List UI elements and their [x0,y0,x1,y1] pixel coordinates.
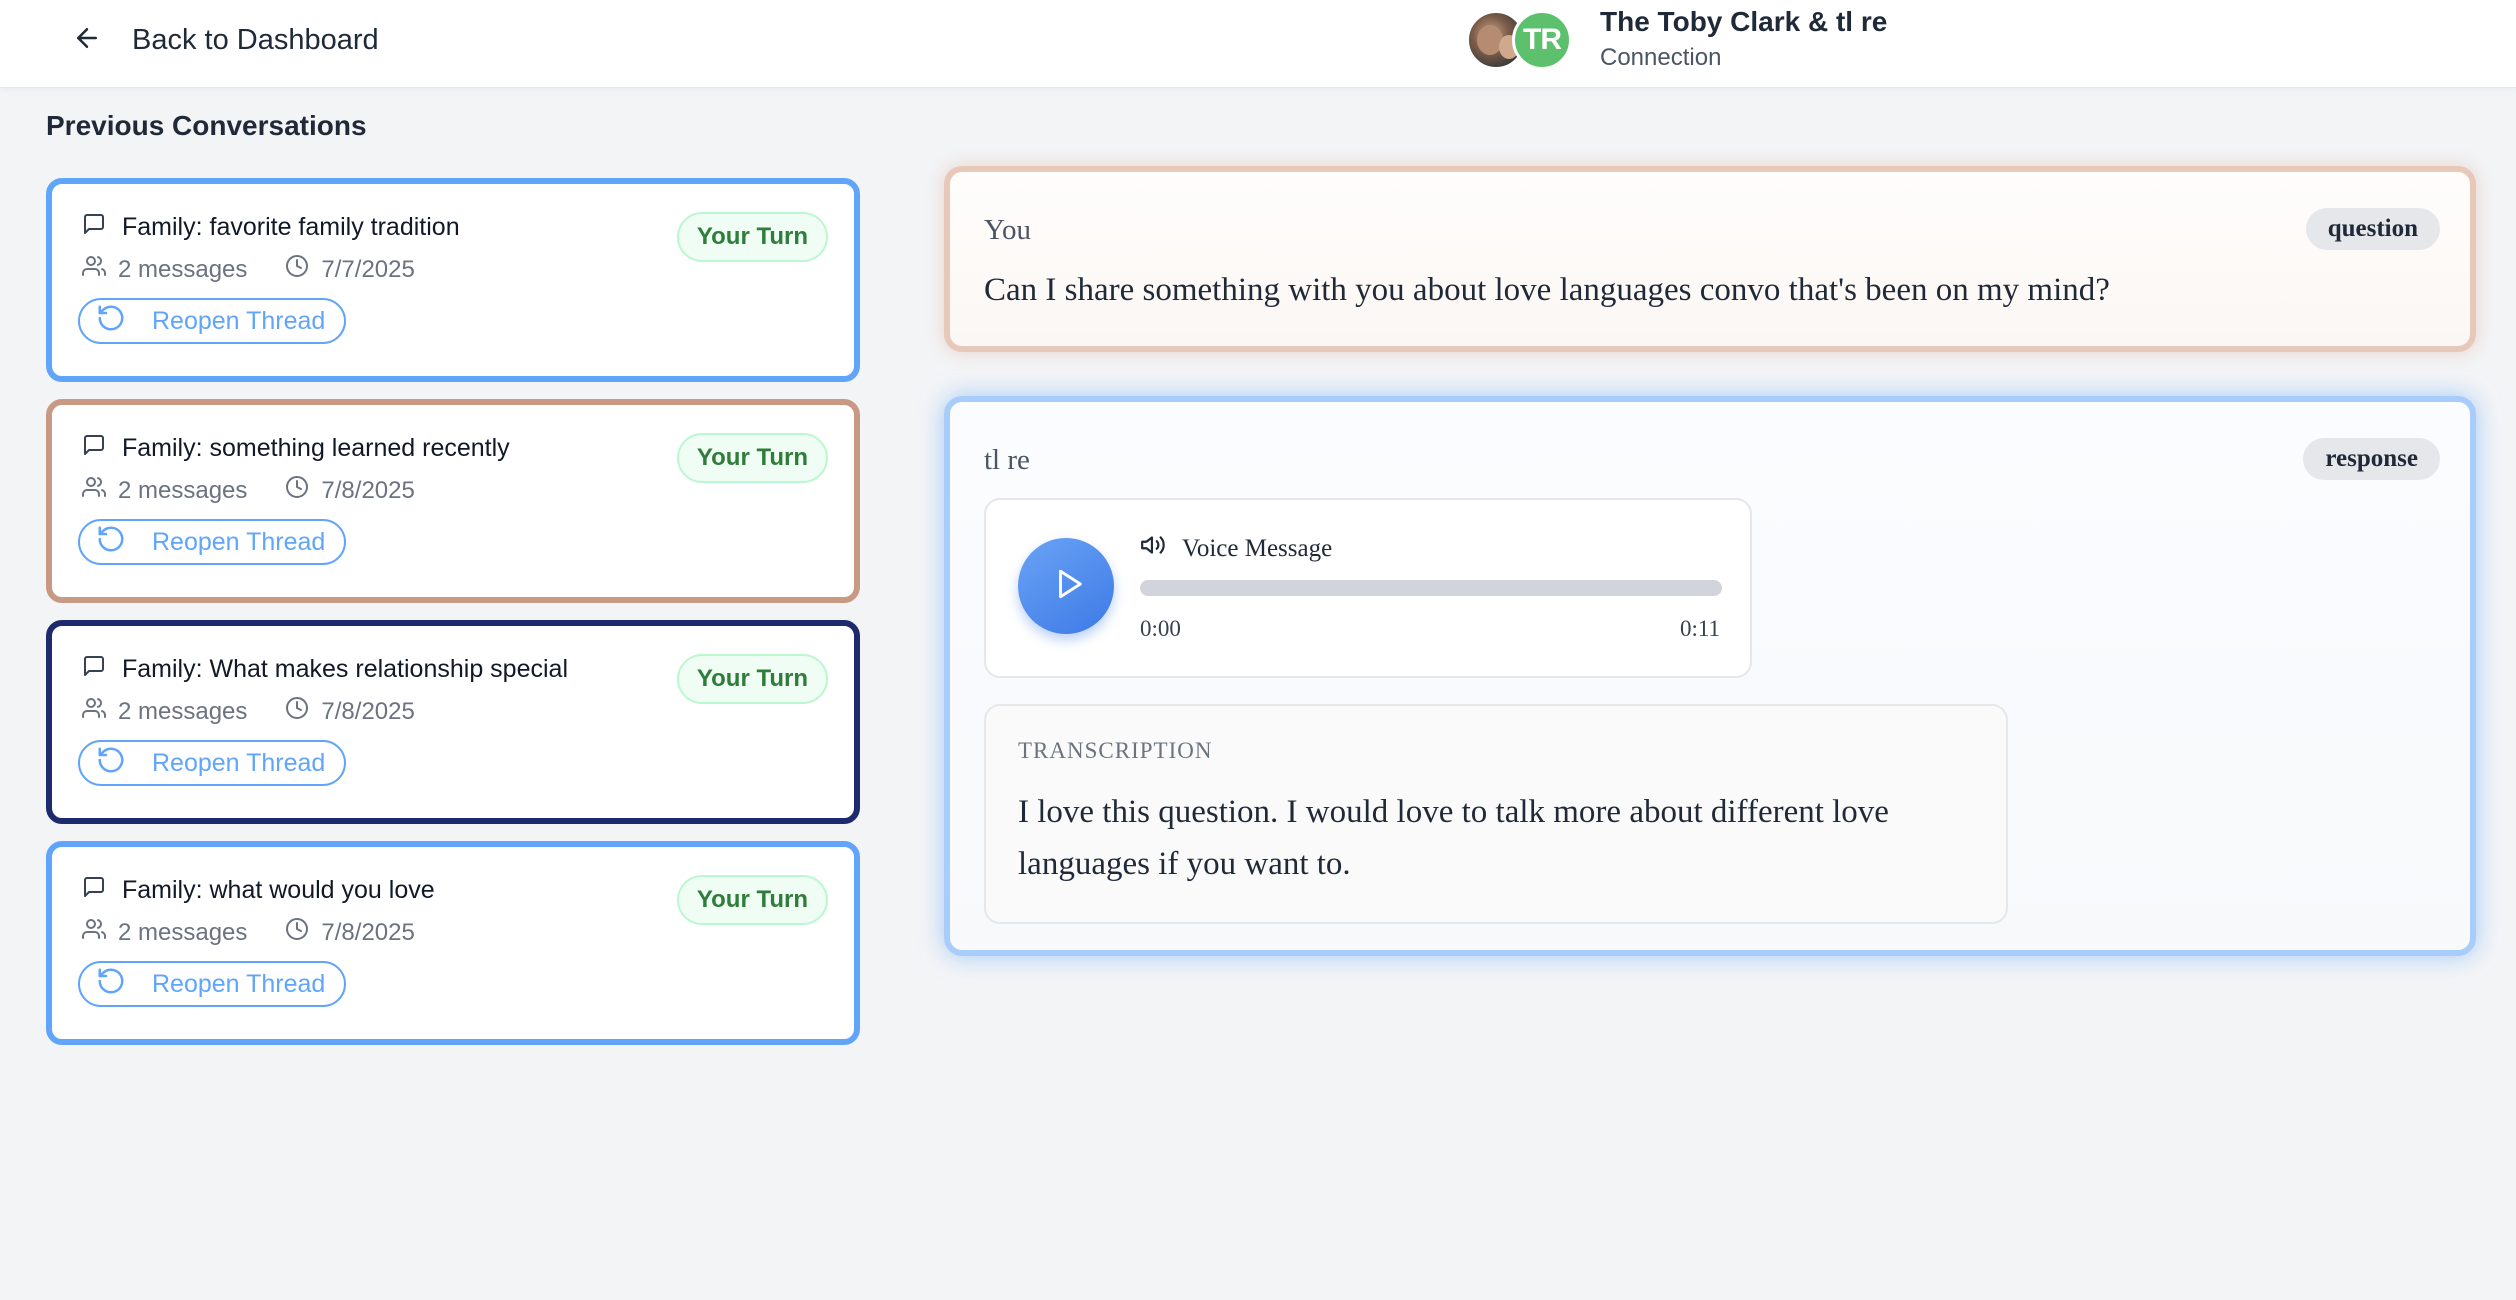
transcription-box: TRANSCRIPTION I love this question. I wo… [984,704,2008,924]
play-icon [1046,567,1086,606]
arrow-left-icon [72,23,102,58]
status-badge: Your Turn [676,654,828,704]
transcription-label: TRANSCRIPTION [1018,738,1213,763]
transcription-text: I love this question. I would love to ta… [1018,794,1889,882]
users-icon [82,696,106,727]
message-square-icon [82,875,106,906]
message-count: 2 messages [118,476,248,504]
conversation-card[interactable]: Family: what would you love 2 messages 7… [46,841,860,1045]
message-sender: You [984,214,1032,246]
reopen-thread-button[interactable]: Reopen Thread [78,961,346,1007]
clock-icon [285,696,309,727]
users-icon [82,475,106,506]
rotate-ccw-icon [96,745,126,782]
rotate-ccw-icon [96,524,126,561]
status-badge: Your Turn [676,433,828,483]
reopen-thread-label: Reopen Thread [152,527,326,556]
conversation-date: 7/8/2025 [321,697,415,725]
clock-icon [285,917,309,948]
users-icon [82,254,106,285]
connection-title: The Toby Clark & tl re [1600,6,1888,37]
conversation-date: 7/8/2025 [321,476,415,504]
conversation-card[interactable]: Family: What makes relationship special … [46,620,860,824]
reopen-thread-label: Reopen Thread [152,748,326,777]
avatar-initials: TR [1512,10,1572,70]
conversation-title: Family: something learned recently [122,434,510,462]
reopen-thread-button[interactable]: Reopen Thread [78,519,346,565]
reopen-thread-button[interactable]: Reopen Thread [78,740,346,786]
participant-avatars: TR [1466,10,1576,72]
back-label: Back to Dashboard [132,23,379,56]
connection-subtitle: Connection [1600,44,1722,71]
response-tag: response [2303,438,2440,480]
conversation-title: Family: what would you love [122,876,435,904]
message-sender: tl re [984,444,1030,476]
conversation-date: 7/7/2025 [321,255,415,283]
message-count: 2 messages [118,697,248,725]
reopen-thread-label: Reopen Thread [152,306,326,335]
audio-progress-bar[interactable] [1140,580,1722,596]
rotate-ccw-icon [96,966,126,1003]
rotate-ccw-icon [96,303,126,340]
message-count: 2 messages [118,255,248,283]
play-button[interactable] [1018,538,1114,634]
status-badge: Your Turn [676,212,828,262]
volume-icon [1140,532,1166,565]
response-message: tl re response Voice Message 0:00 0:11 T… [944,396,2476,956]
conversation-card[interactable]: Family: favorite family tradition 2 mess… [46,178,860,382]
reopen-thread-label: Reopen Thread [152,969,326,998]
clock-icon [285,475,309,506]
conversation-card[interactable]: Family: something learned recently 2 mes… [46,399,860,603]
clock-icon [285,254,309,285]
previous-conversations-heading: Previous Conversations [46,110,367,141]
conversation-title: Family: favorite family tradition [122,213,460,241]
back-to-dashboard-button[interactable]: Back to Dashboard [72,18,379,62]
question-message: You question Can I share something with … [944,166,2476,352]
voice-message-label: Voice Message [1182,534,1333,562]
message-square-icon [82,212,106,243]
message-count: 2 messages [118,918,248,946]
reopen-thread-button[interactable]: Reopen Thread [78,298,346,344]
top-header: Back to Dashboard TR The Toby Clark & tl… [0,0,2516,88]
current-time: 0:00 [1140,616,1181,641]
duration: 0:11 [1679,616,1720,641]
voice-message-player: Voice Message 0:00 0:11 [984,498,1752,678]
users-icon [82,917,106,948]
status-badge: Your Turn [676,875,828,925]
message-square-icon [82,433,106,464]
question-tag: question [2305,208,2440,250]
message-square-icon [82,654,106,685]
conversation-date: 7/8/2025 [321,918,415,946]
question-text: Can I share something with you about lov… [984,272,2110,308]
conversation-title: Family: What makes relationship special [122,655,568,683]
